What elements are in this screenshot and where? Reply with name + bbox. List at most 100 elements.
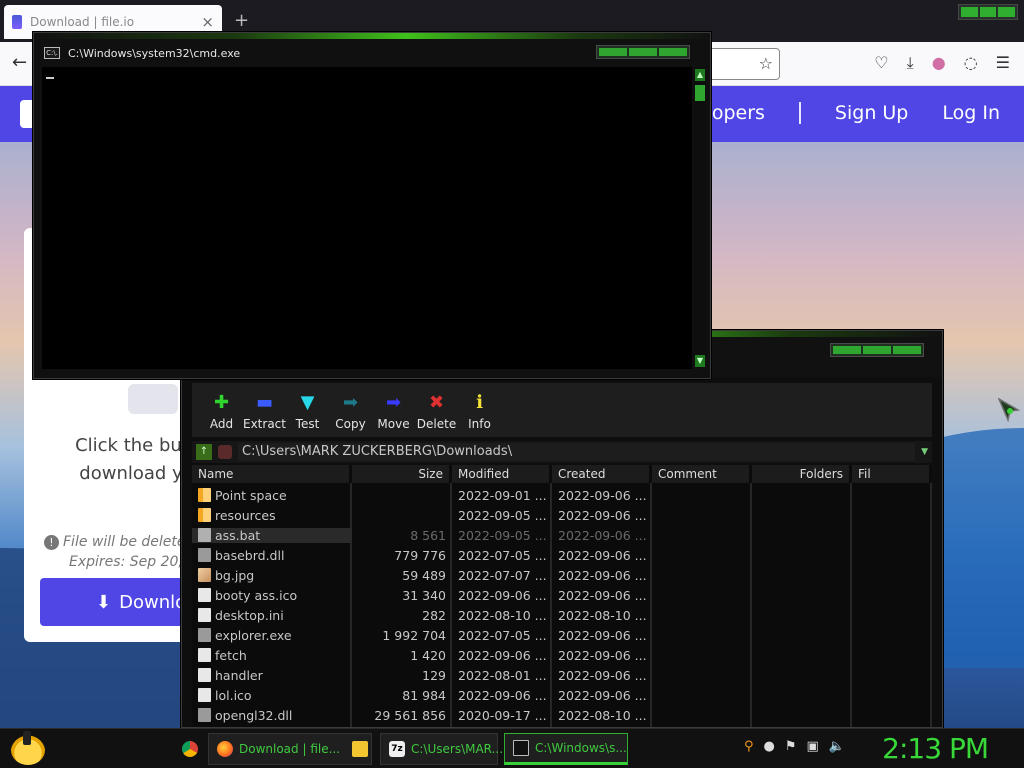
back-arrow-icon[interactable]: ← xyxy=(12,52,27,73)
pocket-icon[interactable]: ♡ xyxy=(874,53,888,73)
site-nav: velopers Sign Up Log In xyxy=(684,102,1000,124)
search-icon[interactable]: ⚲ xyxy=(744,739,754,754)
sevenzip-window-controls[interactable] xyxy=(830,343,924,357)
nav-sign-up-link[interactable]: Sign Up xyxy=(835,102,908,124)
file-row[interactable]: basebrd.dll 779 776 2022-07-05 ... 2022-09-… xyxy=(192,545,932,565)
path-input[interactable]: C:\Users\MARK ZUCKERBERG\Downloads\ xyxy=(238,443,916,461)
file-row[interactable]: lol.ico 81 984 2022-09-06 ... 2022-09-06 ..… xyxy=(192,685,932,705)
column-headers: Name Size Modified Created Comment Folders Fil xyxy=(192,465,932,483)
file-modified: 2022-08-01 ... xyxy=(458,667,547,683)
file-modified: 2022-08-10 ... xyxy=(458,607,547,623)
file-modified: 2022-09-05 ... xyxy=(458,507,547,523)
console-scrollbar[interactable]: ▲ ▼ xyxy=(694,67,706,369)
toolbar-info-button[interactable]: ℹ Info xyxy=(458,383,501,437)
action-center-flag-icon[interactable]: ⚑ xyxy=(785,739,797,754)
info-icon: ! xyxy=(44,535,59,550)
file-modified: 2022-07-05 ... xyxy=(458,627,547,643)
copy-icon: ➡ xyxy=(342,392,359,413)
file-file-icon xyxy=(198,668,211,682)
sevenzip-window: ✚ Add ▬ Extract ▼ Test ➡ Copy ➡ Move ✖ Delete ℹ Info … xyxy=(181,330,943,728)
file-name: basebrd.dll xyxy=(215,547,285,563)
column-header-folders[interactable]: Folders xyxy=(752,465,852,483)
scroll-down-icon[interactable]: ▼ xyxy=(695,355,705,367)
toolbar-extract-button[interactable]: ▬ Extract xyxy=(243,383,286,437)
network-icon[interactable]: ▣ xyxy=(807,739,819,754)
new-tab-icon[interactable]: + xyxy=(234,10,249,31)
file-row[interactable]: ass.bat 8 561 2022-09-05 ... 2022-09-06 ... xyxy=(192,525,932,545)
taskbar-sevenzip[interactable]: 7z C:\Users\MAR... xyxy=(380,733,503,765)
status-icon[interactable]: ● xyxy=(764,739,775,754)
column-header-fil[interactable]: Fil xyxy=(852,465,932,483)
column-header-size[interactable]: Size xyxy=(352,465,452,483)
bookmark-star-icon[interactable]: ☆ xyxy=(759,54,773,73)
nav-log-in-link[interactable]: Log In xyxy=(942,102,1000,124)
column-header-name[interactable]: Name xyxy=(192,465,352,483)
file-size: 129 xyxy=(422,667,446,683)
file-modified: 2022-09-01 ... xyxy=(458,487,547,503)
file-file-icon xyxy=(198,588,211,602)
browser-toolbar-icons: ♡ ⤓ ● ◌ ☰ xyxy=(874,53,1010,73)
file-size: 8 561 xyxy=(410,527,446,543)
cmd-window-controls[interactable] xyxy=(596,45,690,59)
path-dropdown-icon[interactable]: ▼ xyxy=(921,447,932,457)
menu-icon[interactable]: ☰ xyxy=(996,53,1010,73)
file-row[interactable]: fetch 1 420 2022-09-06 ... 2022-09-06 ... xyxy=(192,645,932,665)
file-name: Point space xyxy=(215,487,287,503)
tab-close-icon[interactable]: × xyxy=(201,13,214,31)
column-header-comment[interactable]: Comment xyxy=(652,465,752,483)
file-created: 2022-09-06 ... xyxy=(558,627,647,643)
info-icon: ℹ xyxy=(476,392,483,413)
toolbar-delete-button[interactable]: ✖ Delete xyxy=(415,383,458,437)
file-created: 2022-09-06 ... xyxy=(558,507,647,523)
toolbar-add-button[interactable]: ✚ Add xyxy=(200,383,243,437)
console-output[interactable] xyxy=(42,67,692,369)
file-created: 2022-09-06 ... xyxy=(558,527,647,543)
scroll-up-icon[interactable]: ▲ xyxy=(695,69,705,81)
img-file-icon xyxy=(198,568,211,582)
file-created: 2022-09-06 ... xyxy=(558,647,647,663)
fileio-favicon-icon xyxy=(12,15,22,29)
firefox-icon xyxy=(217,741,233,757)
taskbar-explorer[interactable] xyxy=(344,733,370,765)
file-row[interactable]: opengl32.dll 29 561 856 2020-09-17 ... 2022… xyxy=(192,705,932,725)
folder-icon xyxy=(352,741,368,757)
toolbar-move-button[interactable]: ➡ Move xyxy=(372,383,415,437)
chrome-icon xyxy=(182,741,198,757)
taskbar-cmd[interactable]: C:\Windows\s... xyxy=(504,733,628,765)
scroll-thumb[interactable] xyxy=(695,85,705,101)
folder-up-icon[interactable]: ↑ xyxy=(196,444,212,460)
file-row[interactable]: desktop.ini 282 2022-08-10 ... 2022-08-10 .… xyxy=(192,605,932,625)
nav-separator xyxy=(798,102,801,124)
start-button[interactable] xyxy=(8,731,48,767)
delete-icon: ✖ xyxy=(428,392,445,413)
file-row[interactable]: explorer.exe 1 992 704 2022-07-05 ... 2022-… xyxy=(192,625,932,645)
download-icon[interactable]: ⤓ xyxy=(907,53,914,73)
file-row[interactable]: booty ass.ico 31 340 2022-09-06 ... 2022-09… xyxy=(192,585,932,605)
move-icon: ➡ xyxy=(385,392,402,413)
taskbar-clock[interactable]: 2:13 PM xyxy=(882,732,989,765)
extension-icon[interactable]: ◌ xyxy=(964,53,978,73)
toolbar-test-button[interactable]: ▼ Test xyxy=(286,383,329,437)
browser-window-controls[interactable] xyxy=(958,4,1018,20)
toolbar-copy-button[interactable]: ➡ Copy xyxy=(329,383,372,437)
taskbar-chrome[interactable] xyxy=(174,733,200,765)
file-created: 2022-08-10 ... xyxy=(558,707,647,723)
file-list: Name Size Modified Created Comment Folders Fil… xyxy=(192,465,932,727)
column-header-created[interactable]: Created xyxy=(552,465,652,483)
site-logo[interactable] xyxy=(20,100,34,128)
file-row[interactable]: Point space 2022-09-01 ... 2022-09-06 ... xyxy=(192,485,932,505)
volume-icon[interactable]: 🔈 xyxy=(829,739,845,754)
file-name: desktop.ini xyxy=(215,607,284,623)
file-size: 59 489 xyxy=(402,567,446,583)
file-created: 2022-09-06 ... xyxy=(558,687,647,703)
file-row[interactable]: resources 2022-09-05 ... 2022-09-06 ... xyxy=(192,505,932,525)
file-row[interactable]: bg.jpg 59 489 2022-07-07 ... 2022-09-06 ... xyxy=(192,565,932,585)
column-header-modified[interactable]: Modified xyxy=(452,465,552,483)
cmd-title: C:\Windows\system32\cmd.exe xyxy=(68,46,241,60)
file-row[interactable]: handler 129 2022-08-01 ... 2022-09-06 ... xyxy=(192,665,932,685)
cmd-window: C:\. C:\Windows\system32\cmd.exe ▲ ▼ xyxy=(33,32,711,379)
tab-title: Download | file.io xyxy=(30,15,135,29)
extension-flag-icon[interactable]: ● xyxy=(932,53,946,73)
path-bar: ↑ C:\Users\MARK ZUCKERBERG\Downloads\ ▼ xyxy=(192,441,932,463)
cmd-icon xyxy=(513,740,529,756)
